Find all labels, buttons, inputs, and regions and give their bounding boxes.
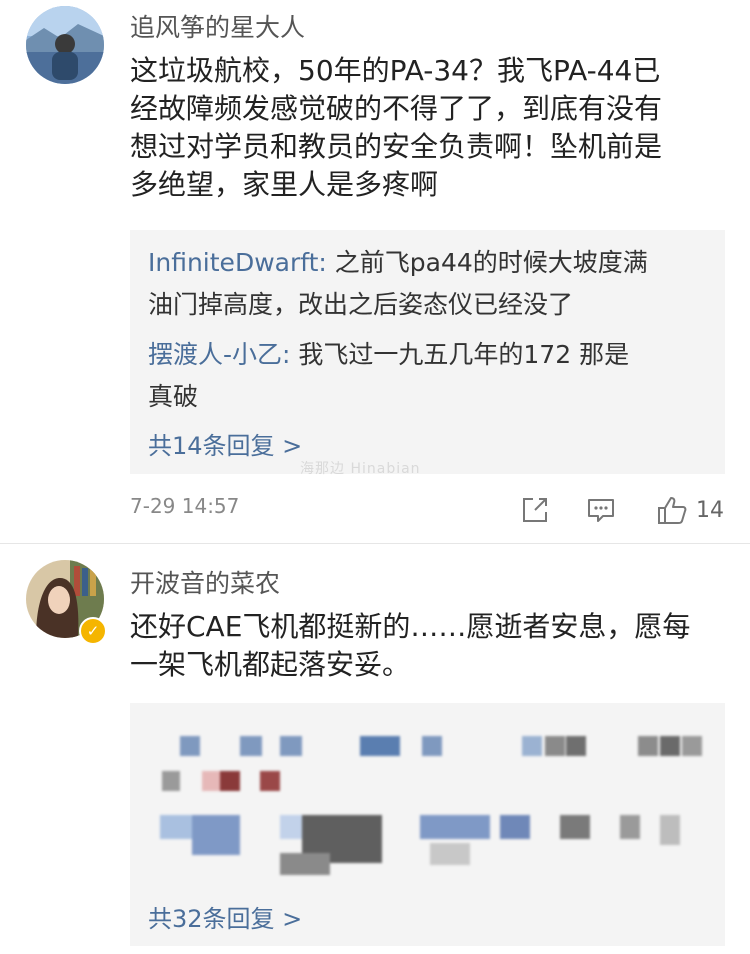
comment-line: 经故障频发感觉破的不得了了，到底有没有 [130,92,663,125]
obscured-replies [130,703,725,893]
reply-item[interactable]: InfiniteDwarft: 之前飞pa44的时候大坡度满 油门掉高度，改出之… [148,242,708,326]
reply-username[interactable]: InfiniteDwarft: [148,248,327,277]
reply-text: 油门掉高度，改出之后姿态仪已经没了 [148,290,574,319]
comment-text: 还好CAE飞机都挺新的……愿逝者安息，愿每 一架飞机都起落安妥。 [130,608,720,684]
more-replies-link[interactable]: 共32条回复 > [148,899,302,934]
reply-preview-box[interactable]: 共32条回复 > [130,703,725,946]
timestamp: 7-29 14:57 [130,494,240,518]
watermark: 海那边 Hinabian [300,461,421,477]
like-icon [658,497,687,524]
comment-icon [588,499,614,522]
username[interactable]: 追风筝的星大人 [130,8,305,44]
comment-line: 想过对学员和教员的安全负责啊！坠机前是 [130,130,663,163]
username[interactable]: 开波音的菜农 [130,564,280,600]
avatar-image [26,6,104,84]
more-replies-link[interactable]: 共14条回复 > [148,426,302,461]
comment-button[interactable] [586,490,616,530]
reply-item[interactable]: 摆渡人-小乙: 我飞过一九五几年的172 那是 真破 [148,334,708,418]
reply-text: 真破 [148,382,199,411]
user-avatar[interactable] [26,6,104,84]
share-button[interactable] [520,490,550,530]
comment-line: 多绝望，家里人是多疼啊 [130,168,439,201]
comment-line: 一架飞机都起落安妥。 [130,648,411,681]
comment-text: 这垃圾航校，50年的PA-34？我飞PA-44已 经故障频发感觉破的不得了了，到… [130,52,720,204]
comment-meta: 7-29 14:57 14 [130,490,725,530]
comment-line: 还好CAE飞机都挺新的……愿逝者安息，愿每 [130,610,691,643]
reply-preview-box[interactable]: InfiniteDwarft: 之前飞pa44的时候大坡度满 油门掉高度，改出之… [130,230,725,474]
share-icon [523,498,547,522]
like-count: 14 [696,497,724,523]
obscured-replies-image [160,736,702,875]
reply-username[interactable]: 摆渡人-小乙: [148,340,290,369]
divider [0,543,750,544]
comment-line: 这垃圾航校，50年的PA-34？我飞PA-44已 [130,54,661,87]
reply-text: 我飞过一九五几年的172 那是 [290,340,630,369]
verified-icon: ✓ [79,617,107,645]
reply-text: 之前飞pa44的时候大坡度满 [326,248,648,277]
like-button[interactable]: 14 [656,490,724,530]
